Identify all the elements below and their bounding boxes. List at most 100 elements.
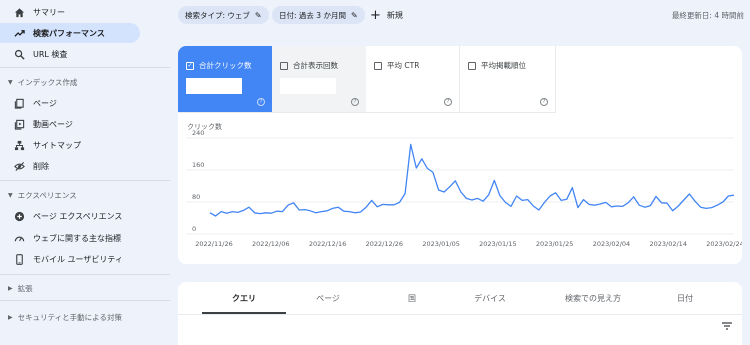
x-tick-label: 2022/12/16 (309, 240, 346, 248)
y-tick-label: 240 (192, 129, 204, 137)
tab-devices[interactable]: デバイス (442, 282, 538, 314)
metric-average-ctr[interactable]: 平均 CTR ? (366, 46, 460, 112)
phone-icon (13, 253, 25, 265)
sidebar-divider (0, 67, 170, 68)
x-tick-label: 2023/01/25 (536, 240, 573, 248)
metric-label: 平均掲載順位 (481, 61, 526, 70)
sidebar-item-page-experience[interactable]: ページ エクスペリエンス (0, 206, 140, 226)
sidebar-item-label: ウェブに関する主な指標 (33, 233, 121, 243)
caret-down-icon: ▼ (8, 78, 13, 86)
sidebar-item-label: モバイル ユーザビリティ (33, 254, 123, 264)
tab-dates[interactable]: 日付 (648, 282, 722, 314)
dimension-tabs-card: クエリ ページ 国 デバイス 検索での見え方 日付 (178, 282, 742, 345)
search-icon (13, 48, 25, 60)
tab-pages[interactable]: ページ (286, 282, 370, 314)
plus-circle-icon (13, 210, 25, 222)
metric-average-position[interactable]: 平均掲載順位 ? (460, 46, 556, 112)
sidebar-item-label: 検索パフォーマンス (33, 28, 105, 38)
metric-label: 合計表示回数 (293, 61, 338, 70)
edit-icon: ✎ (254, 10, 262, 20)
caret-down-icon: ▼ (8, 191, 13, 199)
sidebar-item-removals[interactable]: 削除 (0, 156, 140, 176)
tab-queries[interactable]: クエリ (202, 282, 286, 314)
plus-icon: + (370, 7, 381, 23)
sidebar-item-video-pages[interactable]: 動画ページ (0, 114, 140, 134)
checkbox-icon[interactable] (468, 61, 476, 70)
filter-rows-icon[interactable] (722, 322, 732, 330)
sidebar-divider (0, 180, 170, 181)
y-tick-label: 160 (192, 161, 204, 169)
section-label: 拡張 (17, 283, 33, 293)
sidebar-item-label: 削除 (33, 161, 49, 171)
section-indexing[interactable]: ▼ インデックス作成 (0, 75, 77, 89)
search-type-filter-chip[interactable]: 検索タイプ: ウェブ ✎ (178, 6, 269, 24)
performance-card: ✓ 合計クリック数 ? 合計表示回数 ? 平均 CTR ? 平均掲載順位 ? ク… (178, 46, 742, 264)
help-icon[interactable]: ? (257, 98, 265, 106)
help-icon[interactable]: ? (351, 98, 359, 106)
section-enhancements[interactable]: ▶ 拡張 (0, 281, 33, 295)
sidebar: サマリー 検索パフォーマンス URL 検査 ▼ インデックス作成 ページ 動画ペ… (0, 0, 170, 345)
checkbox-icon[interactable] (280, 61, 288, 70)
metric-total-clicks[interactable]: ✓ 合計クリック数 ? (178, 46, 272, 112)
sidebar-item-summary[interactable]: サマリー (0, 2, 140, 22)
metric-total-impressions[interactable]: 合計表示回数 ? (272, 46, 366, 112)
clicks-series-line (209, 143, 735, 217)
sidebar-item-label: ページ (33, 98, 57, 108)
metric-label: 平均 CTR (387, 61, 420, 70)
tab-search-appearance[interactable]: 検索での見え方 (538, 282, 648, 314)
speed-icon (13, 232, 25, 244)
new-filter-label: 新規 (386, 10, 403, 20)
caret-right-icon: ▶ (8, 313, 13, 321)
sidebar-item-sitemaps[interactable]: サイトマップ (0, 135, 140, 155)
section-security[interactable]: ▶ セキュリティと手動による対策 (0, 310, 122, 324)
sidebar-item-label: サマリー (33, 7, 65, 17)
sidebar-divider (0, 274, 170, 275)
clicks-line-chart: クリック数 080160240 2022/11/26 2022/12/06 2022… (186, 122, 742, 248)
x-tick-label: 2023/01/15 (479, 240, 516, 248)
chip-label: 日付: 過去 3 か月間 (279, 10, 346, 20)
last-updated-text: 最終更新日: 4 時間前 (671, 11, 744, 20)
x-tick-label: 2023/02/14 (649, 240, 686, 248)
date-filter-chip[interactable]: 日付: 過去 3 か月間 ✎ (272, 6, 365, 24)
section-experience[interactable]: ▼ エクスペリエンス (0, 188, 77, 202)
x-tick-label: 2022/12/26 (366, 240, 403, 248)
chip-label: 検索タイプ: ウェブ (185, 10, 250, 20)
pages-icon (13, 97, 25, 109)
section-label: エクスペリエンス (17, 190, 77, 200)
sidebar-item-url-inspection[interactable]: URL 検査 (0, 44, 140, 64)
help-icon[interactable]: ? (540, 98, 548, 106)
section-label: インデックス作成 (17, 77, 78, 87)
x-tick-label: 2023/01/05 (422, 240, 459, 248)
sidebar-item-label: サイトマップ (33, 140, 81, 150)
sidebar-item-label: 動画ページ (33, 119, 73, 129)
metric-label: 合計クリック数 (199, 61, 252, 70)
x-tick-label: 2022/12/06 (252, 240, 289, 248)
checkbox-icon[interactable] (374, 61, 382, 70)
sidebar-item-search-performance[interactable]: 検索パフォーマンス (0, 23, 140, 43)
caret-right-icon: ▶ (8, 284, 13, 292)
section-label: セキュリティと手動による対策 (17, 312, 122, 322)
tabs-divider (178, 314, 742, 315)
metric-value-redacted (186, 78, 242, 94)
metrics-divider (178, 112, 556, 113)
checkbox-checked-icon[interactable]: ✓ (186, 61, 194, 70)
sidebar-item-label: URL 検査 (33, 49, 68, 59)
new-filter-button[interactable]: + 新規 (370, 6, 403, 24)
edit-icon: ✎ (350, 10, 358, 20)
sitemap-icon (13, 139, 25, 151)
sidebar-item-pages[interactable]: ページ (0, 93, 140, 113)
trending-up-icon (13, 27, 25, 39)
x-tick-label: 2023/02/04 (593, 240, 630, 248)
sidebar-item-mobile-usability[interactable]: モバイル ユーザビリティ (0, 249, 140, 269)
metric-value-redacted (280, 78, 336, 94)
y-tick-label: 0 (192, 225, 196, 233)
eye-off-icon (13, 160, 25, 172)
sidebar-item-label: ページ エクスペリエンス (33, 211, 123, 221)
video-page-icon (13, 118, 25, 130)
sidebar-item-core-web-vitals[interactable]: ウェブに関する主な指標 (0, 228, 140, 248)
sidebar-divider (0, 300, 170, 301)
y-tick-label: 80 (192, 193, 200, 201)
x-tick-label: 2023/02/24 (706, 240, 742, 248)
x-tick-label: 2022/11/26 (195, 240, 232, 248)
help-icon[interactable]: ? (444, 98, 452, 106)
